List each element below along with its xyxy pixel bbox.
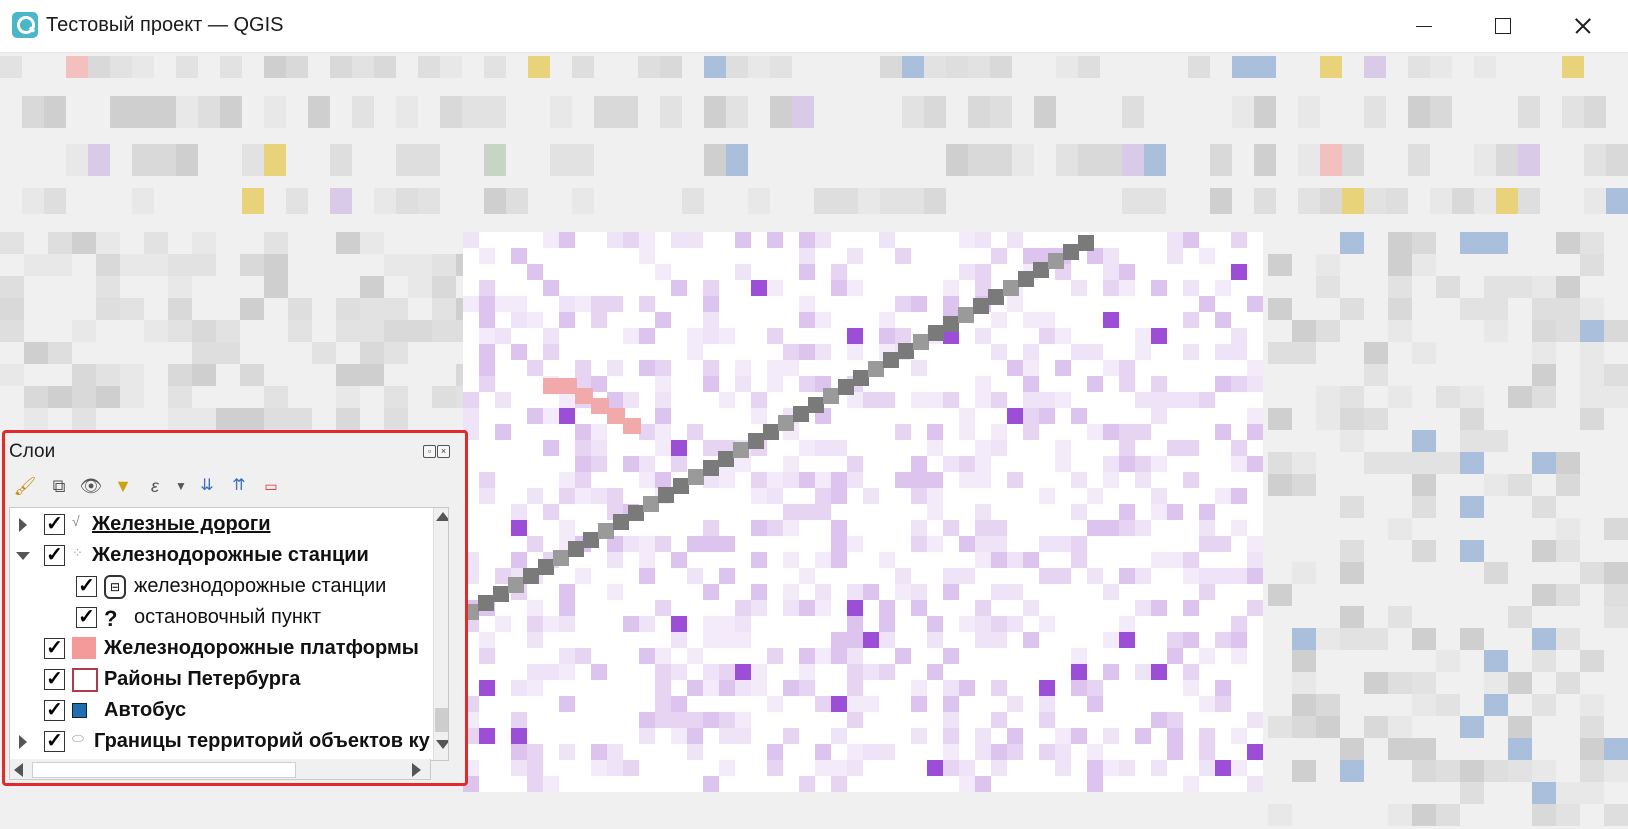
layer-row[interactable]: ✓ ⁘ Железнодорожные станции <box>10 540 448 571</box>
layer-label: Железные дороги <box>92 513 271 535</box>
maximize-icon <box>1495 18 1511 34</box>
layer-row[interactable]: ✓ Железнодорожные платформы <box>10 633 448 664</box>
horizontal-scrollbar[interactable] <box>9 759 431 780</box>
filter-icon[interactable]: ▼ <box>111 475 135 497</box>
expand-arrow-icon[interactable] <box>19 518 27 532</box>
layer-label: Железнодорожные платформы <box>104 637 419 659</box>
visibility-eye-icon[interactable]: 👁 <box>79 475 103 497</box>
minimize-button[interactable] <box>1386 0 1462 52</box>
layers-panel-title: Слои <box>9 441 56 462</box>
scroll-up-icon[interactable] <box>436 512 448 521</box>
scroll-down-icon[interactable] <box>436 740 448 749</box>
window-title: Тестовый проект — QGIS <box>46 14 284 36</box>
scroll-right-icon[interactable] <box>412 763 421 777</box>
add-group-icon[interactable]: ⧉ <box>47 475 71 497</box>
question-mark-icon: ? <box>104 606 118 631</box>
collapse-all-icon[interactable]: ⇈ <box>227 475 251 497</box>
layer-visibility-checkbox[interactable]: ✓ <box>76 607 97 628</box>
remove-layer-icon[interactable]: ▭ <box>259 475 283 497</box>
point-icon: ⁘ <box>72 545 83 560</box>
layer-visibility-checkbox[interactable]: ✓ <box>44 638 65 659</box>
layer-visibility-checkbox[interactable]: ✓ <box>76 576 97 597</box>
layer-visibility-checkbox[interactable]: ✓ <box>44 669 65 690</box>
layer-row[interactable]: ✓ ⊟ железнодорожные станции <box>10 571 448 602</box>
blue-square-icon <box>72 699 87 718</box>
layers-panel: Слои ▫ × 🖌 ⧉ 👁 ▼ ε ▼ ⇊ ⇈ ▭ ✓ √ Железные до… <box>2 430 468 786</box>
expand-arrow-icon[interactable] <box>19 735 27 749</box>
layer-label: железнодорожные станции <box>134 575 387 597</box>
layer-row[interactable]: ✓? остановочный пункт <box>10 602 448 633</box>
layer-visibility-checkbox[interactable]: ✓ <box>44 514 65 535</box>
train-icon: ⊟ <box>104 575 126 599</box>
layer-label: Автобус <box>104 699 187 721</box>
pink-fill-icon <box>72 637 96 659</box>
scroll-left-icon[interactable] <box>14 763 23 777</box>
layer-visibility-checkbox[interactable]: ✓ <box>44 731 65 752</box>
layer-visibility-checkbox[interactable]: ✓ <box>44 700 65 721</box>
expand-all-icon[interactable]: ⇊ <box>195 475 219 497</box>
layers-toolbar: 🖌 ⧉ 👁 ▼ ε ▼ ⇊ ⇈ ▭ <box>13 473 293 501</box>
polygon-icon: ⬭ <box>72 730 84 746</box>
layer-tree: ✓ √ Железные дороги ✓ ⁘ Железнодорожные станц… <box>9 507 449 761</box>
layer-row[interactable]: ✓ Автобус <box>10 695 448 726</box>
title-bar: Тестовый проект — QGIS <box>0 0 1628 53</box>
layer-label: Границы территорий объектов ку <box>94 730 430 752</box>
style-brush-icon[interactable]: 🖌 <box>13 475 37 497</box>
scroll-thumb[interactable] <box>435 708 448 732</box>
layer-label: остановочный пункт <box>134 606 322 628</box>
close-panel-button[interactable]: × <box>437 445 450 458</box>
layer-visibility-checkbox[interactable]: ✓ <box>44 545 65 566</box>
outline-polygon-icon <box>72 668 98 692</box>
map-canvas[interactable] <box>463 232 1263 792</box>
vertical-scrollbar[interactable] <box>433 508 448 760</box>
collapse-arrow-icon[interactable] <box>16 552 30 560</box>
expression-filter-icon[interactable]: ε <box>143 475 167 497</box>
line-icon: √ <box>72 513 80 529</box>
scroll-thumb-horizontal[interactable] <box>32 762 296 778</box>
layer-label: Железнодорожные станции <box>92 544 369 566</box>
dropdown-arrow-icon[interactable]: ▼ <box>169 475 193 497</box>
qgis-logo-icon <box>12 12 38 38</box>
minimize-icon <box>1416 26 1432 27</box>
close-button[interactable] <box>1545 0 1621 52</box>
maximize-button[interactable] <box>1465 0 1541 52</box>
layer-row[interactable]: ✓ Районы Петербурга <box>10 664 448 695</box>
layer-row[interactable]: ✓ √ Железные дороги <box>10 509 448 540</box>
float-panel-button[interactable]: ▫ <box>423 445 436 458</box>
layer-row[interactable]: ✓ ⬭ Границы территорий объектов ку <box>10 726 448 757</box>
layer-label: Районы Петербурга <box>104 668 301 690</box>
